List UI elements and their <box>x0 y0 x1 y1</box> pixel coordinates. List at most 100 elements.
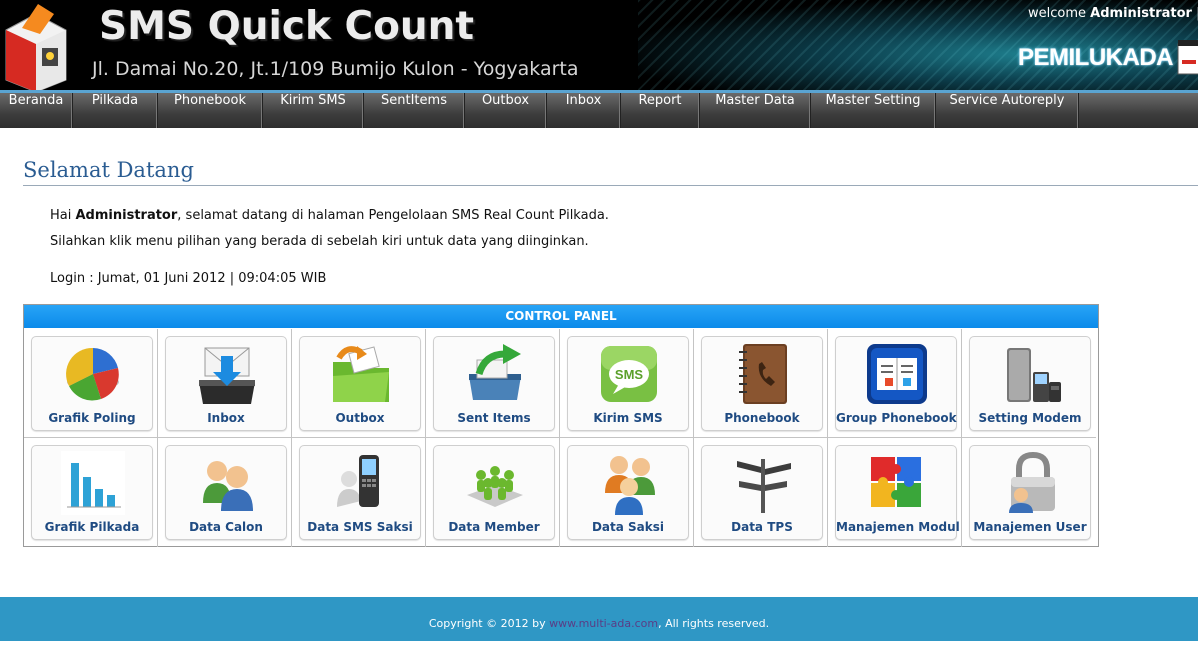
cp-cell-group-phonebook: Group Phonebook <box>828 329 962 438</box>
site-footer: Copyright © 2012 by www.multi-ada.com, A… <box>0 597 1198 641</box>
kirim-sms-button[interactable]: SMS Kirim SMS <box>567 336 689 431</box>
setting-modem-label: Setting Modem <box>978 411 1082 425</box>
manajemen-user-button[interactable]: Manajemen User <box>969 445 1091 540</box>
data-tps-button[interactable]: Data TPS <box>701 445 823 540</box>
phonebook-button[interactable]: Phonebook <box>701 336 823 431</box>
data-sms-saksi-label: Data SMS Saksi <box>307 520 413 534</box>
copyright-suffix: , All rights reserved. <box>658 617 770 630</box>
welcome-bar: welcome Administrator | log <box>1028 6 1198 21</box>
mobile-phone-icon <box>337 455 379 507</box>
outbox-button[interactable]: Outbox <box>299 336 421 431</box>
sent-items-button[interactable]: Sent Items <box>433 336 555 431</box>
nav-item-master-setting[interactable]: Master Setting <box>811 93 936 128</box>
manajemen-modul-button[interactable]: Manajemen Modul <box>835 445 960 540</box>
outbox-folder-icon <box>333 346 389 402</box>
group-phonebook-button[interactable]: Group Phonebook <box>835 336 957 431</box>
cp-cell-kirim-sms: SMS Kirim SMS <box>560 329 694 438</box>
data-tps-label: Data TPS <box>731 520 793 534</box>
data-calon-button[interactable]: Data Calon <box>165 445 287 540</box>
footer-site-link[interactable]: www.multi-ada.com <box>549 617 658 630</box>
cp-cell-manajemen-modul: Manajemen Modul <box>828 438 962 547</box>
greeting-text: Hai Administrator, selamat datang di hal… <box>50 208 609 223</box>
instruction-text: Silahkan klik menu pilihan yang berada d… <box>50 234 589 249</box>
data-member-button[interactable]: Data Member <box>433 445 555 540</box>
inbox-tray-icon <box>199 347 255 404</box>
ballot-card-icon <box>1177 40 1198 75</box>
cp-cell-grafik-pilkada: Grafik Pilkada <box>24 438 158 547</box>
setting-modem-button[interactable]: Setting Modem <box>969 336 1091 431</box>
nav-item-beranda[interactable]: Beranda <box>0 93 73 128</box>
witnesses-icon <box>605 456 655 515</box>
manajemen-modul-label: Manajemen Modul <box>836 520 960 534</box>
nav-item-outbox[interactable]: Outbox <box>465 93 547 128</box>
cp-cell-data-calon: Data Calon <box>158 438 292 547</box>
inbox-button[interactable]: Inbox <box>165 336 287 431</box>
group-phonebook-icon <box>867 344 927 404</box>
page-title: Selamat Datang <box>23 158 194 182</box>
sent-items-label: Sent Items <box>457 411 531 425</box>
greeting-user: Administrator <box>75 208 178 223</box>
svg-text:SMS: SMS <box>615 367 644 382</box>
grafik-poling-button[interactable]: Grafik Poling <box>31 336 153 431</box>
current-user: Administrator <box>1090 6 1192 21</box>
sms-bubble-icon: SMS <box>601 346 657 402</box>
modem-icon <box>1007 348 1061 402</box>
cp-cell-sent-items: Sent Items <box>426 329 560 438</box>
grafik-pilkada-button[interactable]: Grafik Pilkada <box>31 445 153 540</box>
title-divider <box>23 185 1198 186</box>
manajemen-user-label: Manajemen User <box>973 520 1087 534</box>
data-saksi-button[interactable]: Data Saksi <box>567 445 689 540</box>
nav-item-pilkada[interactable]: Pilkada <box>73 93 158 128</box>
kirim-sms-label: Kirim SMS <box>593 411 663 425</box>
cp-cell-grafik-poling: Grafik Poling <box>24 329 158 438</box>
candidates-icon <box>203 461 253 511</box>
data-calon-label: Data Calon <box>189 520 263 534</box>
site-title: SMS Quick Count <box>99 4 475 49</box>
login-info: Login : Jumat, 01 Juni 2012 | 09:04:05 W… <box>50 271 327 286</box>
control-panel-title: CONTROL PANEL <box>24 305 1098 328</box>
data-sms-saksi-button[interactable]: Data SMS Saksi <box>299 445 421 540</box>
nav-item-report[interactable]: Report <box>621 93 700 128</box>
bar-chart-icon <box>61 451 125 515</box>
data-saksi-label: Data Saksi <box>591 520 665 534</box>
grafik-poling-label: Grafik Poling <box>48 411 136 425</box>
nav-item-service-autoreply[interactable]: Service Autoreply <box>936 93 1079 128</box>
copyright-prefix: Copyright © 2012 by <box>428 617 550 630</box>
ballot-box-logo-icon <box>5 4 67 90</box>
group-phonebook-label: Group Phonebook <box>836 411 957 425</box>
signpost-icon <box>737 459 791 513</box>
welcome-prefix: welcome <box>1028 6 1087 21</box>
pemilukada-brand: PEMILUKADA <box>1018 44 1174 71</box>
user-lock-icon <box>1009 451 1055 513</box>
members-icon <box>467 466 523 507</box>
data-member-label: Data Member <box>448 520 540 534</box>
control-panel: CONTROL PANEL Grafik Poling Inbox Outbox… <box>23 304 1099 547</box>
cp-cell-manajemen-user: Manajemen User <box>962 438 1096 547</box>
nav-item-sentitems[interactable]: SentItems <box>364 93 465 128</box>
puzzle-icon <box>871 457 921 507</box>
cp-cell-data-saksi: Data Saksi <box>560 438 694 547</box>
phonebook-label: Phonebook <box>724 411 800 425</box>
inbox-label: Inbox <box>207 411 245 425</box>
nav-item-master-data[interactable]: Master Data <box>700 93 811 128</box>
cp-cell-inbox: Inbox <box>158 329 292 438</box>
cp-cell-data-tps: Data TPS <box>694 438 828 547</box>
cp-cell-setting-modem: Setting Modem <box>962 329 1096 438</box>
cp-cell-outbox: Outbox <box>292 329 426 438</box>
outbox-label: Outbox <box>335 411 385 425</box>
greeting-suffix: , selamat datang di halaman Pengelolaan … <box>177 208 609 223</box>
cp-cell-phonebook: Phonebook <box>694 329 828 438</box>
site-header: SMS Quick Count Jl. Damai No.20, Jt.1/10… <box>0 0 1198 90</box>
nav-item-inbox[interactable]: Inbox <box>547 93 621 128</box>
grafik-pilkada-label: Grafik Pilkada <box>44 520 140 534</box>
cp-cell-data-sms-saksi: Data SMS Saksi <box>292 438 426 547</box>
greeting-prefix: Hai <box>50 208 76 223</box>
main-nav: Beranda Pilkada Phonebook Kirim SMS Sent… <box>0 90 1198 128</box>
pie-chart-icon <box>66 347 119 401</box>
nav-item-phonebook[interactable]: Phonebook <box>158 93 263 128</box>
nav-item-kirim-sms[interactable]: Kirim SMS <box>263 93 364 128</box>
cp-cell-data-member: Data Member <box>426 438 560 547</box>
site-address: Jl. Damai No.20, Jt.1/109 Bumijo Kulon -… <box>92 58 579 80</box>
sent-tray-icon <box>469 344 521 400</box>
phonebook-icon <box>739 344 787 404</box>
